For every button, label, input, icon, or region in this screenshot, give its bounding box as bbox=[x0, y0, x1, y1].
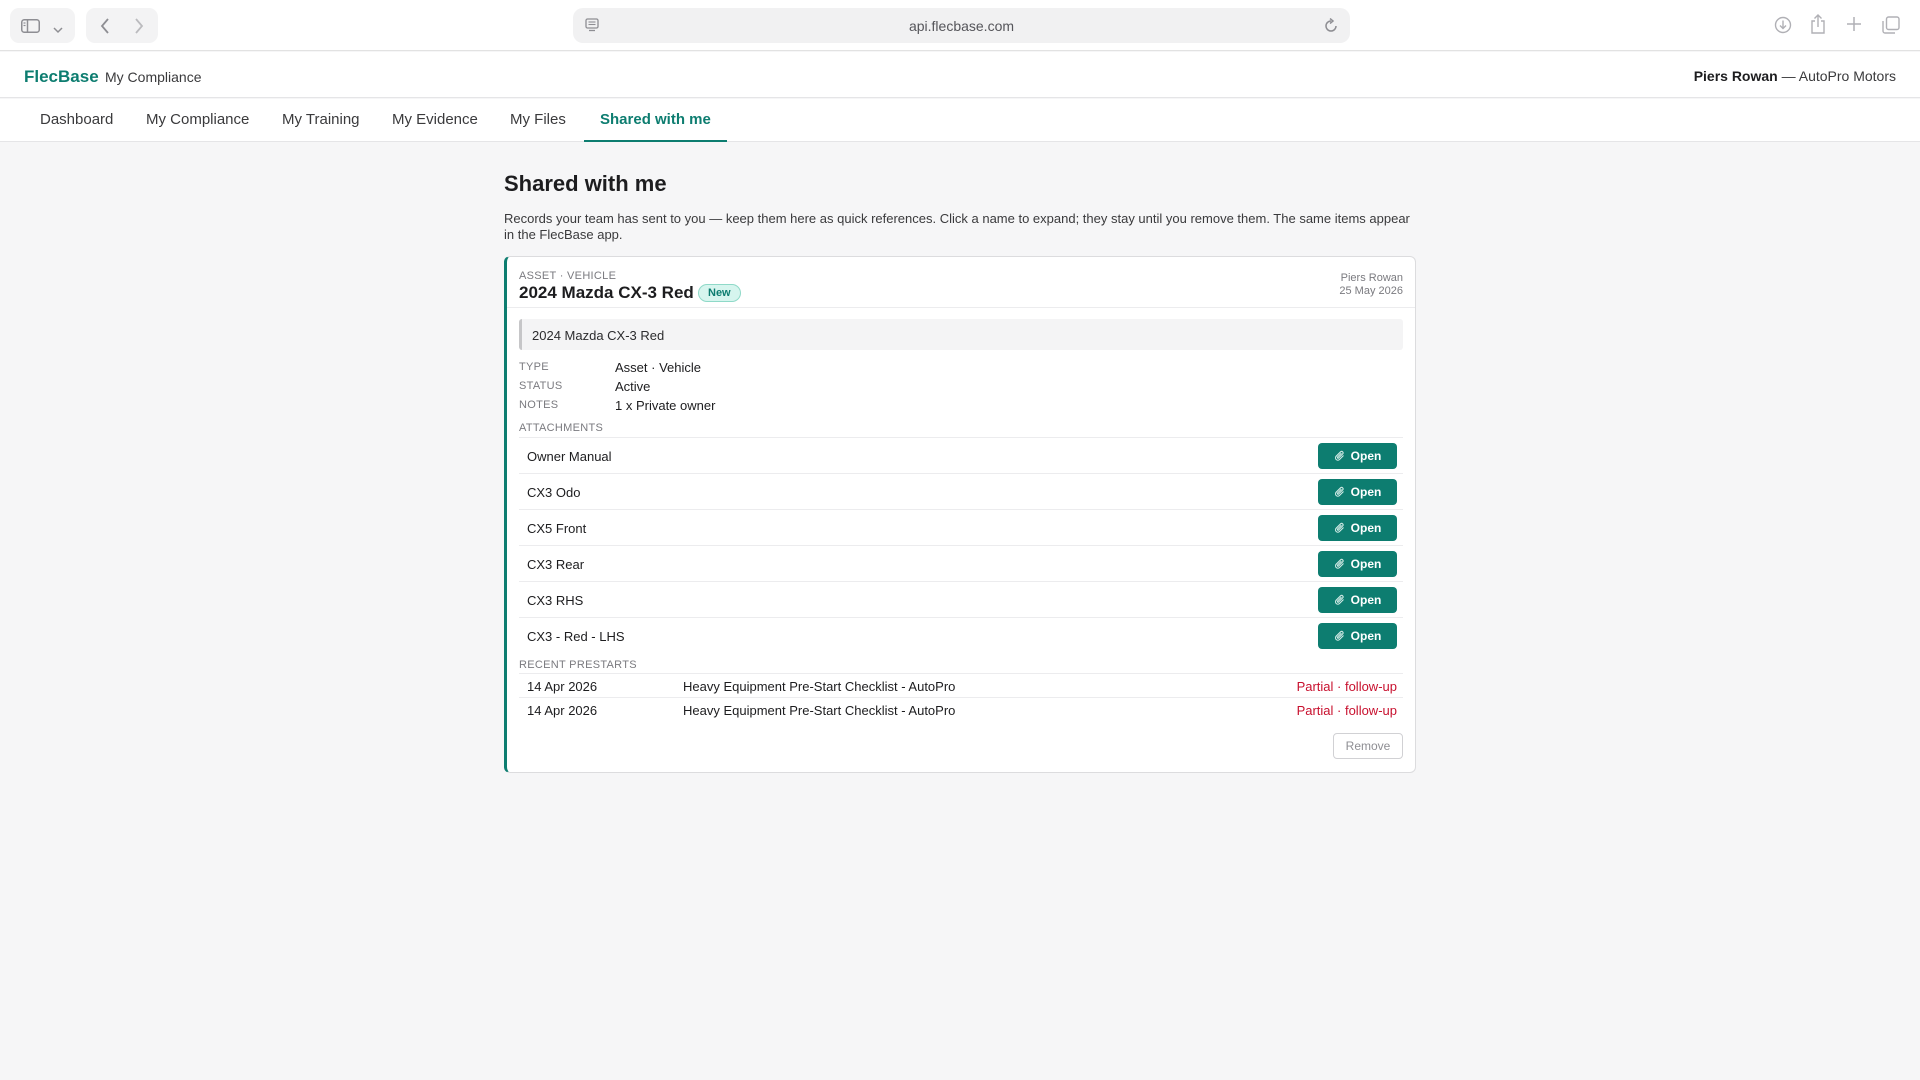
record-title[interactable]: 2024 Mazda CX-3 Red bbox=[519, 283, 694, 303]
user-name: Piers Rowan bbox=[1693, 68, 1778, 84]
download-icon[interactable] bbox=[1774, 16, 1792, 39]
open-attachment-button[interactable]: Open bbox=[1318, 515, 1397, 541]
shared-by-info: Piers Rowan 25 May 2026 bbox=[1339, 272, 1403, 298]
prestart-date: 14 Apr 2026 bbox=[527, 679, 598, 694]
user-info: Piers Rowan — AutoPro Motors bbox=[1694, 68, 1896, 84]
attachment-name: CX3 - Red - LHS bbox=[527, 629, 625, 644]
remove-button[interactable]: Remove bbox=[1333, 733, 1403, 759]
main-tabs: Dashboard My Compliance My Training My E… bbox=[0, 99, 1920, 142]
back-icon[interactable] bbox=[100, 18, 110, 39]
address-bar[interactable]: api.flecbase.com bbox=[573, 8, 1350, 43]
tab-shared-with-me[interactable]: Shared with me bbox=[584, 111, 727, 142]
tab-my-compliance[interactable]: My Compliance bbox=[130, 111, 265, 142]
shared-record-card: ASSET · VEHICLE 2024 Mazda CX-3 Red New … bbox=[504, 256, 1416, 773]
tabs-overview-icon[interactable] bbox=[1882, 16, 1900, 39]
prestart-name: Heavy Equipment Pre-Start Checklist - Au… bbox=[683, 703, 956, 718]
open-attachment-button[interactable]: Open bbox=[1318, 587, 1397, 613]
paperclip-icon bbox=[1334, 450, 1346, 462]
open-attachment-button[interactable]: Open bbox=[1318, 623, 1397, 649]
paperclip-icon bbox=[1334, 486, 1346, 498]
attachment-name: CX3 Odo bbox=[527, 485, 581, 500]
shared-by-name: Piers Rowan bbox=[1340, 272, 1403, 284]
open-label: Open bbox=[1350, 521, 1382, 535]
tab-my-evidence[interactable]: My Evidence bbox=[376, 111, 494, 142]
open-attachment-button[interactable]: Open bbox=[1318, 551, 1397, 577]
open-label: Open bbox=[1350, 449, 1382, 463]
prestart-row[interactable]: 14 Apr 2026 Heavy Equipment Pre-Start Ch… bbox=[519, 697, 1403, 721]
brand-logo[interactable]: FlecBase bbox=[24, 67, 99, 87]
open-attachment-button[interactable]: Open bbox=[1318, 479, 1397, 505]
app-header: FlecBase My Compliance Piers Rowan — Aut… bbox=[0, 52, 1920, 98]
paperclip-icon bbox=[1334, 594, 1346, 606]
browser-toolbar: api.flecbase.com bbox=[0, 0, 1920, 51]
tab-dashboard[interactable]: Dashboard bbox=[24, 111, 129, 142]
tab-my-training[interactable]: My Training bbox=[266, 111, 376, 142]
page-title: Shared with me bbox=[504, 171, 667, 196]
paperclip-icon bbox=[1334, 558, 1346, 570]
notes-value: 1 x Private owner bbox=[615, 398, 716, 413]
record-kind: ASSET · VEHICLE bbox=[519, 270, 617, 282]
prestarts-label: RECENT PRESTARTS bbox=[519, 659, 637, 671]
sidebar-toggle-button[interactable] bbox=[10, 8, 75, 43]
prestart-date: 14 Apr 2026 bbox=[527, 703, 598, 718]
attachment-row: CX3 Rear Open bbox=[519, 545, 1403, 581]
open-label: Open bbox=[1350, 593, 1382, 607]
type-label: TYPE bbox=[519, 361, 549, 373]
notes-label: NOTES bbox=[519, 399, 559, 411]
section-name: My Compliance bbox=[105, 69, 202, 85]
status-label: STATUS bbox=[519, 380, 563, 392]
prestart-row[interactable]: 14 Apr 2026 Heavy Equipment Pre-Start Ch… bbox=[519, 673, 1403, 697]
attachment-name: CX5 Front bbox=[527, 521, 587, 536]
user-org: — AutoPro Motors bbox=[1777, 68, 1896, 84]
prestart-status: Partial · follow-up bbox=[1296, 703, 1397, 718]
new-badge: New bbox=[698, 284, 741, 302]
status-value: Active bbox=[615, 379, 651, 394]
page-intro: Records your team has sent to you — keep… bbox=[504, 211, 1410, 242]
type-value: Asset · Vehicle bbox=[615, 360, 701, 375]
attachment-row: CX3 Odo Open bbox=[519, 473, 1403, 509]
attachment-row: CX3 - Red - LHS Open bbox=[519, 617, 1403, 653]
attachment-row: CX3 RHS Open bbox=[519, 581, 1403, 617]
attachment-row: Owner Manual Open bbox=[519, 437, 1403, 473]
open-label: Open bbox=[1350, 557, 1382, 571]
prestart-status: Partial · follow-up bbox=[1296, 679, 1397, 694]
new-tab-icon[interactable] bbox=[1846, 16, 1862, 37]
open-label: Open bbox=[1350, 629, 1382, 643]
sidebar-icon bbox=[21, 19, 40, 38]
share-icon[interactable] bbox=[1810, 14, 1826, 39]
history-navigation bbox=[86, 8, 158, 43]
url-text: api.flecbase.com bbox=[908, 18, 1015, 34]
shared-date: 25 May 2026 bbox=[1339, 285, 1403, 297]
paperclip-icon bbox=[1334, 630, 1346, 642]
card-divider bbox=[507, 307, 1415, 308]
prestart-name: Heavy Equipment Pre-Start Checklist - Au… bbox=[683, 679, 956, 694]
tab-my-files[interactable]: My Files bbox=[494, 111, 582, 142]
forward-icon[interactable] bbox=[134, 18, 144, 39]
attachment-name: Owner Manual bbox=[527, 449, 612, 464]
attachment-row: CX5 Front Open bbox=[519, 509, 1403, 545]
chevron-down-icon bbox=[53, 21, 63, 39]
attachments-label: ATTACHMENTS bbox=[519, 422, 604, 434]
open-label: Open bbox=[1350, 485, 1382, 499]
attachment-name: CX3 RHS bbox=[527, 593, 584, 608]
record-summary: 2024 Mazda CX-3 Red bbox=[519, 319, 1403, 350]
reload-icon[interactable] bbox=[1324, 17, 1338, 38]
attachment-name: CX3 Rear bbox=[527, 557, 585, 572]
paperclip-icon bbox=[1334, 522, 1346, 534]
open-attachment-button[interactable]: Open bbox=[1318, 443, 1397, 469]
